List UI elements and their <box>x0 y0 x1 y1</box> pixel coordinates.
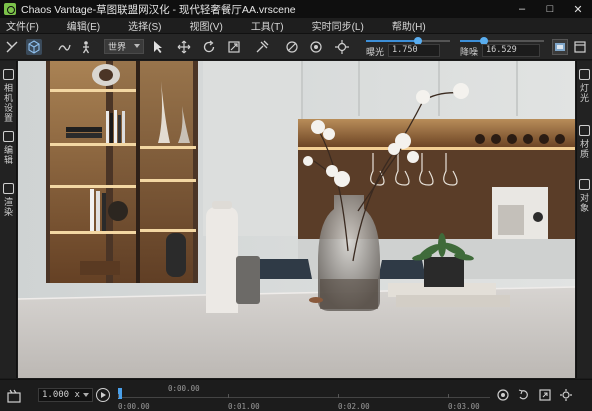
right-panel-item-objects[interactable]: 对象 <box>578 179 591 213</box>
exposure-slider[interactable] <box>366 37 450 45</box>
space-select-value: 世界 <box>108 42 127 52</box>
left-panel-item-edit[interactable]: 编辑 <box>2 131 15 165</box>
timeline-tick-label: 0:03.00 <box>448 402 480 411</box>
left-panel-item-render[interactable]: 渲染 <box>2 183 15 217</box>
timeline-bar: 1.000 x 0:00.00 0:00.00 0:01.00 0:02.00 … <box>0 379 592 411</box>
menu-help[interactable]: 帮助(H) <box>392 18 426 33</box>
playback-speed-value: 1.000 x <box>42 390 80 400</box>
chevron-down-icon <box>83 393 89 397</box>
material-icon <box>579 125 590 136</box>
chevron-down-icon <box>134 44 140 48</box>
left-panel-label: 渲染 <box>3 197 13 217</box>
menu-tools[interactable]: 工具(T) <box>251 18 284 33</box>
menu-select[interactable]: 选择(S) <box>128 18 161 33</box>
left-panel-label: 相机设置 <box>3 83 13 123</box>
rotate-icon[interactable] <box>201 39 217 55</box>
menu-edit[interactable]: 编辑(E) <box>67 18 100 33</box>
render-queue-icon[interactable] <box>6 388 22 404</box>
export-icon[interactable] <box>537 387 553 403</box>
camera-settings-icon <box>3 69 14 80</box>
timeline-controls <box>495 387 579 403</box>
timeline-tick-label: 0:02.00 <box>338 402 370 411</box>
close-button[interactable]: ✕ <box>564 0 592 18</box>
minimize-button[interactable]: – <box>508 0 536 18</box>
right-panel-label: 对象 <box>579 193 589 213</box>
exposure-field[interactable]: 1.750 <box>388 44 440 57</box>
menu-bar: 文件(F) 编辑(E) 选择(S) 视图(V) 工具(T) 实时同步(L) 帮助… <box>0 18 592 34</box>
right-panel-label: 灯光 <box>579 83 589 103</box>
current-time: 0:00.00 <box>168 384 200 393</box>
menu-view[interactable]: 视图(V) <box>189 18 222 33</box>
timeline-tick <box>228 394 229 398</box>
settings-icon[interactable] <box>558 387 574 403</box>
object-icon <box>579 179 590 190</box>
left-panel-label: 编辑 <box>3 145 13 165</box>
render-icon <box>3 183 14 194</box>
window-title: Chaos Vantage-草图联盟网汉化 - 现代轻奢餐厅AA.vrscene <box>21 3 296 16</box>
right-panel-item-materials[interactable]: 材质 <box>578 125 591 159</box>
pick-icon[interactable] <box>254 39 270 55</box>
edit-icon <box>3 131 14 142</box>
toolbar: 世界 曝光 1.750 降噪 16.529 <box>0 34 592 60</box>
play-button[interactable] <box>96 388 110 402</box>
playback-speed-field[interactable]: 1.000 x <box>38 388 93 402</box>
timeline-tick-label: 0:00.00 <box>118 402 150 411</box>
denoise-field[interactable]: 16.529 <box>482 44 540 57</box>
title-bar: Chaos Vantage-草图联盟网汉化 - 现代轻奢餐厅AA.vrscene… <box>0 0 592 18</box>
right-panel: 灯光 材质 对象 <box>576 61 592 378</box>
scale-icon[interactable] <box>226 39 242 55</box>
timeline-track <box>118 397 490 398</box>
app-logo-icon <box>4 3 16 15</box>
left-panel: 相机设置 编辑 渲染 <box>0 61 17 378</box>
keyframe-icon[interactable] <box>495 387 511 403</box>
loop-icon[interactable] <box>516 387 532 403</box>
space-select[interactable]: 世界 <box>104 39 144 54</box>
menu-file[interactable]: 文件(F) <box>6 18 39 33</box>
menu-live-sync[interactable]: 实时同步(L) <box>312 18 364 33</box>
left-panel-item-camera[interactable]: 相机设置 <box>2 69 15 123</box>
exposure-slider-fill <box>366 40 419 42</box>
timeline-ruler[interactable]: 0:00.00 0:00.00 0:01.00 0:02.00 0:03.00 <box>118 384 490 411</box>
right-panel-label: 材质 <box>579 139 589 159</box>
right-panel-item-lights[interactable]: 灯光 <box>578 69 591 103</box>
denoise-slider[interactable] <box>460 37 544 45</box>
maximize-button[interactable]: □ <box>536 0 564 18</box>
move-icon[interactable] <box>176 39 192 55</box>
snapshot-icon[interactable] <box>552 39 568 55</box>
panel-icon[interactable] <box>572 39 588 55</box>
timeline-tick <box>118 394 119 398</box>
cube-icon[interactable] <box>26 39 42 55</box>
timeline-tick <box>448 394 449 398</box>
light-icon <box>579 69 590 80</box>
walk-icon[interactable] <box>56 39 72 55</box>
person-icon[interactable] <box>78 39 94 55</box>
render-viewport[interactable] <box>18 61 575 378</box>
target-icon[interactable] <box>334 39 350 55</box>
timeline-tick-label: 0:01.00 <box>228 402 260 411</box>
window-controls: – □ ✕ <box>508 0 592 18</box>
camera-icon[interactable] <box>308 39 324 55</box>
rendered-scene <box>18 61 575 378</box>
lens-icon[interactable] <box>284 39 300 55</box>
select-arrow-icon[interactable] <box>150 39 166 55</box>
timeline-tick <box>338 394 339 398</box>
exposure-label: 曝光 <box>366 47 385 57</box>
grid-icon[interactable] <box>4 39 20 55</box>
denoise-label: 降噪 <box>460 47 479 57</box>
